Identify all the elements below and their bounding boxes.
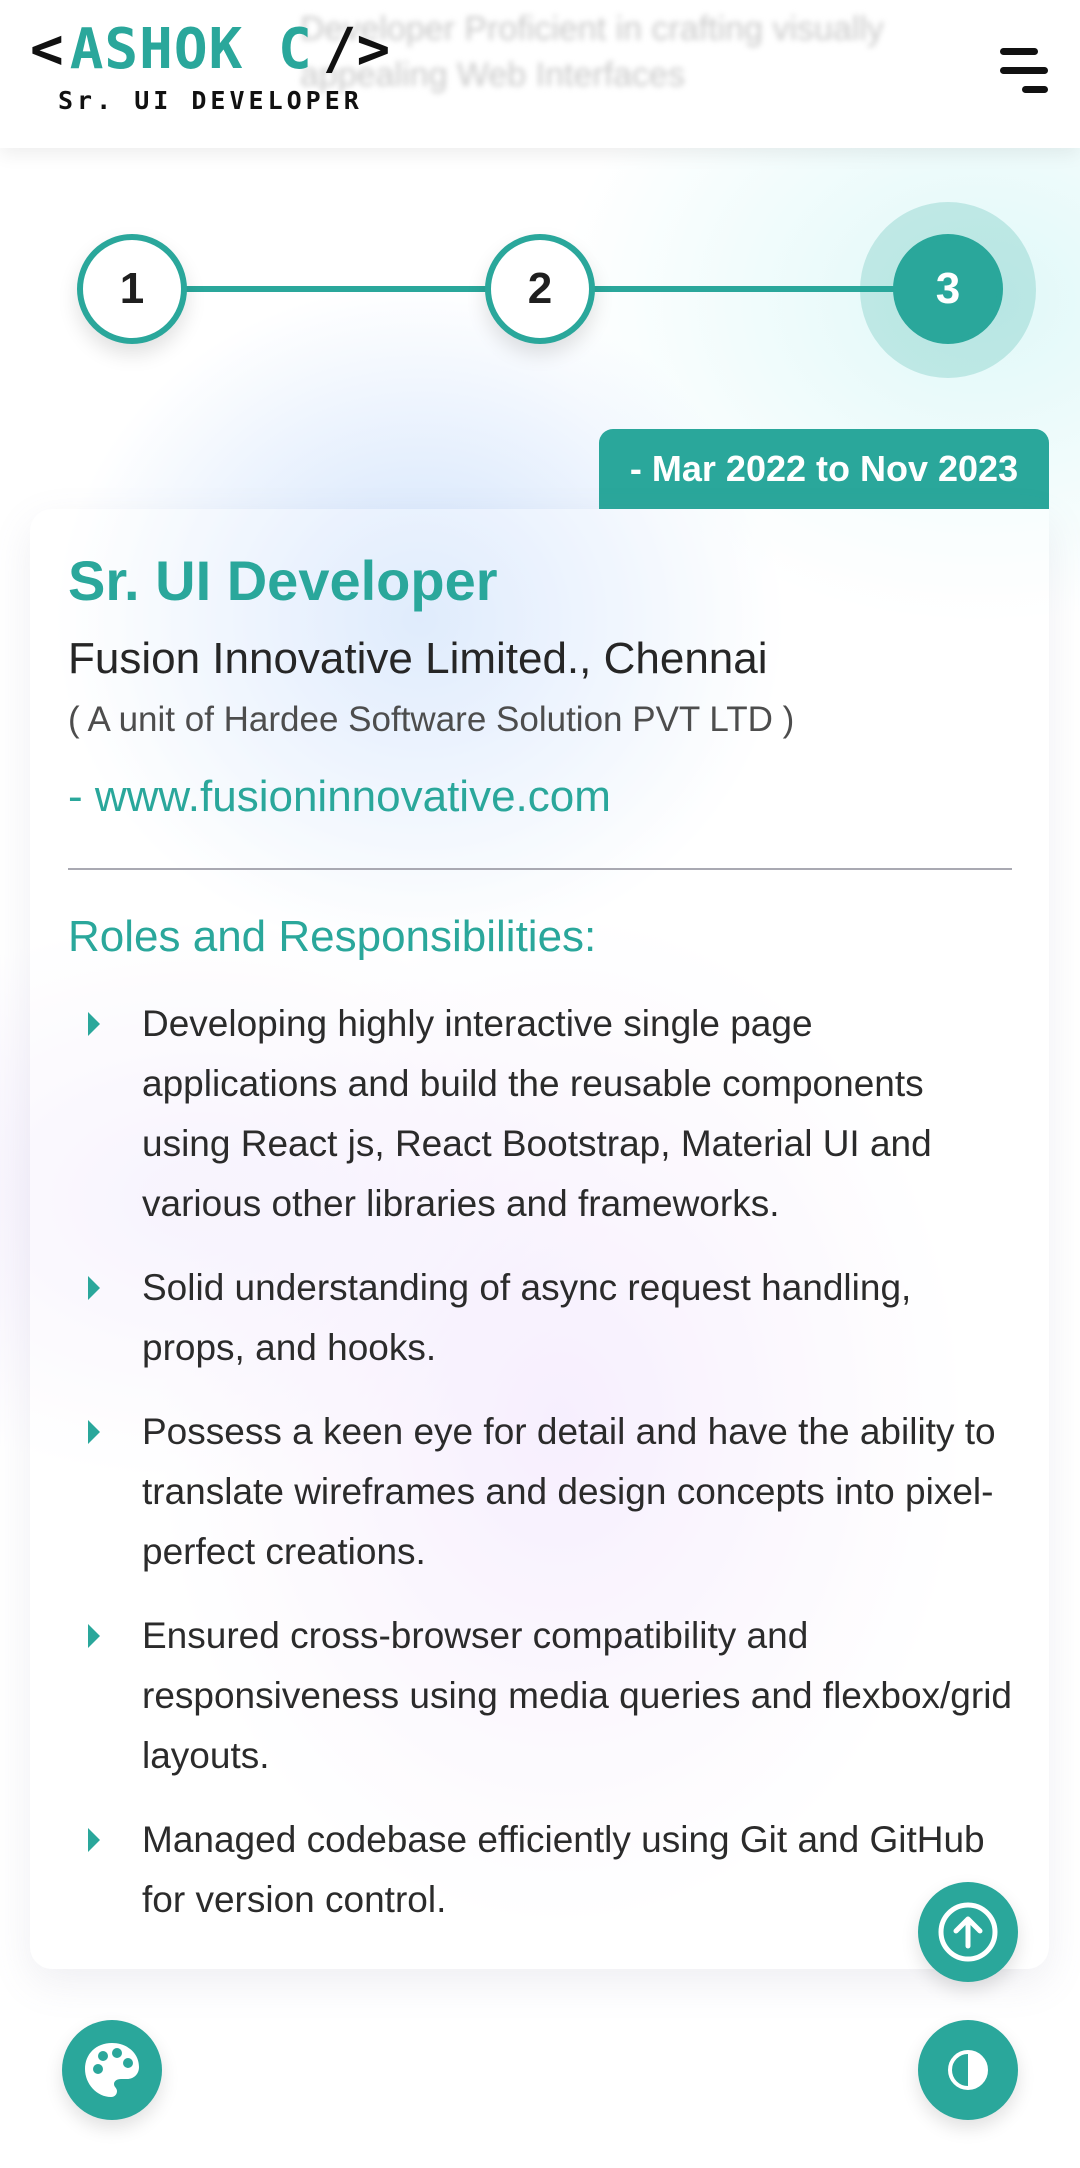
- responsibility-text: Developing highly interactive single pag…: [142, 1003, 932, 1224]
- step-connector: [170, 286, 490, 292]
- caret-right-icon: [88, 1828, 100, 1852]
- responsibility-text: Ensured cross-browser compatibility and …: [142, 1615, 1013, 1776]
- logo-open-bracket: <: [30, 17, 64, 82]
- list-item: Possess a keen eye for detail and have t…: [68, 1402, 1018, 1582]
- responsibility-text: Managed codebase efficiently using Git a…: [142, 1819, 985, 1920]
- roles-heading: Roles and Responsibilities:: [68, 912, 597, 961]
- palette-icon: [85, 2043, 139, 2097]
- scroll-top-button[interactable]: [918, 1882, 1018, 1982]
- arrow-up-circle-icon: [938, 1902, 998, 1962]
- company-website-link[interactable]: - www.fusioninnovative.com: [68, 772, 611, 822]
- logo-subtitle: Sr. UI DEVELOPER: [58, 86, 363, 115]
- theme-toggle-button[interactable]: [918, 2020, 1018, 2120]
- responsibility-text: Possess a keen eye for detail and have t…: [142, 1411, 996, 1572]
- step-1[interactable]: 1: [77, 234, 187, 344]
- hamburger-menu-icon[interactable]: [996, 46, 1050, 96]
- step-3[interactable]: 3: [893, 234, 1003, 344]
- step-2[interactable]: 2: [485, 234, 595, 344]
- job-title: Sr. UI Developer: [68, 549, 498, 612]
- site-header: Developer Proficient in crafting visuall…: [0, 0, 1080, 148]
- caret-right-icon: [88, 1624, 100, 1648]
- caret-right-icon: [88, 1276, 100, 1300]
- responsibilities-list: Developing highly interactive single pag…: [68, 994, 1018, 1954]
- caret-right-icon: [88, 1420, 100, 1444]
- responsibility-text: Solid understanding of async request han…: [142, 1267, 912, 1368]
- list-item: Developing highly interactive single pag…: [68, 994, 1018, 1234]
- list-item: Ensured cross-browser compatibility and …: [68, 1606, 1018, 1786]
- contrast-icon: [948, 2050, 988, 2090]
- date-range-badge: - Mar 2022 to Nov 2023: [599, 429, 1049, 509]
- divider: [68, 868, 1012, 870]
- company-unit: ( A unit of Hardee Software Solution PVT…: [68, 700, 795, 739]
- logo-name: ASHOK C: [69, 17, 313, 82]
- step-connector: [580, 286, 900, 292]
- palette-button[interactable]: [62, 2020, 162, 2120]
- logo[interactable]: < ASHOK C /> Sr. UI DEVELOPER: [30, 14, 390, 115]
- list-item: Managed codebase efficiently using Git a…: [68, 1810, 1018, 1930]
- logo-close-bracket: />: [322, 17, 391, 82]
- header-background-text: Developer Proficient in crafting visuall…: [300, 10, 884, 94]
- caret-right-icon: [88, 1012, 100, 1036]
- company-name: Fusion Innovative Limited., Chennai: [68, 634, 768, 683]
- list-item: Solid understanding of async request han…: [68, 1258, 1018, 1378]
